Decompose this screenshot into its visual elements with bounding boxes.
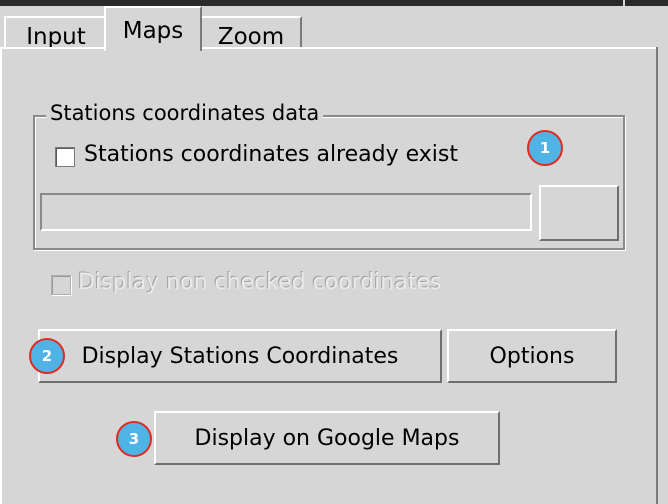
panel-left-border [0, 47, 2, 504]
display-google-maps-button[interactable]: Display on Google Maps [154, 411, 500, 465]
panel-right-border [656, 47, 658, 504]
groupbox-legend: Stations coordinates data [46, 101, 324, 125]
tab-maps[interactable]: Maps [104, 6, 202, 51]
browse-button[interactable] [539, 185, 619, 241]
tab-bar: Input Maps Zoom [0, 6, 668, 51]
annotation-badge-2: 2 [29, 338, 65, 374]
coordinates-exist-label[interactable]: Stations coordinates already exist [84, 142, 458, 167]
non-checked-coordinates-checkbox[interactable] [51, 275, 71, 295]
coordinates-exist-checkbox[interactable] [55, 147, 75, 167]
tab-maps-label: Maps [122, 18, 184, 44]
panel-top-border [0, 47, 658, 49]
options-button[interactable]: Options [447, 329, 617, 383]
coordinates-file-input[interactable] [40, 193, 532, 231]
annotation-badge-3: 3 [116, 421, 152, 457]
tab-input[interactable]: Input [4, 16, 108, 49]
annotation-badge-1: 1 [527, 130, 563, 166]
tab-zoom[interactable]: Zoom [200, 16, 302, 49]
non-checked-coordinates-label: Display non checked coordinates [78, 270, 442, 295]
display-stations-coordinates-button[interactable]: Display Stations Coordinates [38, 329, 442, 383]
